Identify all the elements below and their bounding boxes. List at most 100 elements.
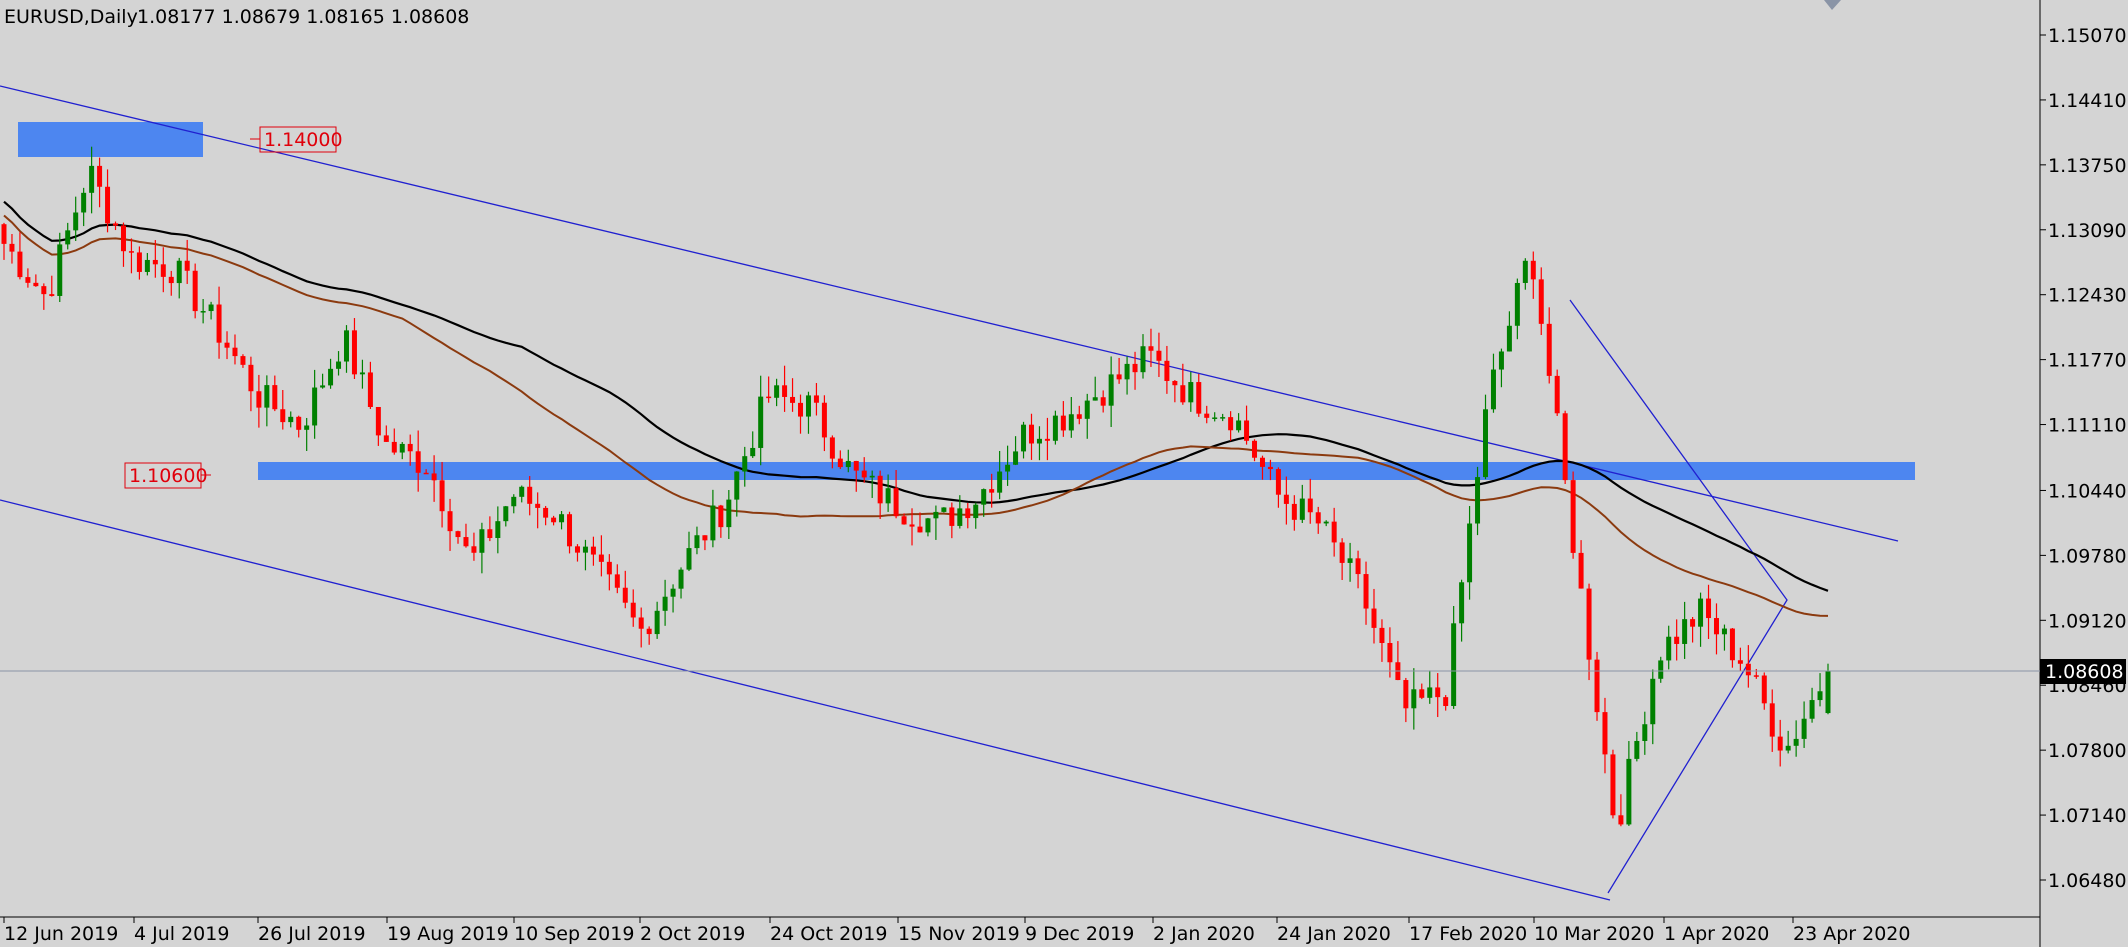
candle-body	[455, 531, 461, 538]
candle-body	[1028, 424, 1034, 444]
candle-body	[845, 460, 851, 468]
candle-body	[351, 330, 357, 375]
candle-body	[1283, 494, 1289, 504]
candle-body	[487, 529, 493, 539]
candle-body	[1546, 323, 1552, 376]
candle-body	[1610, 754, 1616, 816]
candle-body	[734, 471, 740, 500]
candle-body	[1586, 588, 1592, 660]
candle-body	[821, 402, 827, 438]
candle-body	[893, 488, 899, 517]
candle-body	[1578, 552, 1584, 589]
candle-body	[105, 186, 111, 224]
candle-body	[1124, 363, 1130, 380]
candle-body	[662, 596, 668, 611]
candle-body	[399, 443, 405, 453]
candle-body	[216, 304, 222, 343]
candle-body	[1554, 375, 1560, 414]
candle-body	[909, 524, 915, 527]
candle-body	[1220, 417, 1226, 419]
candle-body	[407, 443, 413, 452]
candle-body	[1212, 417, 1218, 419]
candle-body	[750, 447, 756, 457]
candle-body	[272, 385, 278, 410]
candle-body	[1180, 385, 1186, 403]
candle-body	[415, 451, 421, 473]
candle-body	[1737, 660, 1743, 664]
candle-body	[1188, 382, 1194, 403]
candle-body	[1371, 608, 1377, 628]
candle-body	[1650, 678, 1656, 725]
time-tick-label: 19 Aug 2019	[387, 923, 509, 945]
candle-body	[1347, 558, 1353, 563]
candle-body	[1467, 523, 1473, 583]
candle-body	[447, 511, 453, 532]
price-tick-label: 1.11770	[2048, 350, 2127, 372]
candle-body	[901, 516, 907, 525]
candle-body	[192, 270, 198, 312]
candle-body	[997, 471, 1003, 493]
candle-body	[1259, 457, 1265, 467]
candle-body	[224, 342, 230, 348]
candle-body	[543, 507, 549, 518]
candle-body	[264, 385, 270, 408]
candle-body	[503, 506, 509, 522]
level-label-1-14-text: 1.14000	[264, 129, 343, 151]
time-tick-label: 2 Jan 2020	[1153, 923, 1255, 945]
candle-body	[678, 569, 684, 589]
candle-body	[113, 223, 119, 226]
candle-body	[304, 425, 310, 430]
candle-body	[790, 396, 796, 403]
time-tick-label: 10 Sep 2019	[514, 923, 634, 945]
candle-body	[1483, 409, 1489, 478]
candle-body	[431, 473, 437, 481]
candle-body	[1116, 374, 1122, 380]
candle-body	[1498, 351, 1504, 370]
level-label-1-14[interactable]: 1.14000	[250, 126, 343, 153]
candle-body	[1817, 691, 1823, 701]
candle-body	[1291, 503, 1297, 520]
price-tick-label: 1.13090	[2048, 220, 2127, 242]
time-tick-label: 1 Apr 2020	[1664, 923, 1769, 945]
candle-body	[1228, 417, 1234, 431]
candle-body	[17, 251, 23, 278]
price-chart[interactable]: 1.15070 1.14410 1.13750 1.13090 1.12430 1.117…	[0, 0, 2128, 947]
candle-body	[391, 441, 397, 453]
candle-body	[383, 435, 389, 442]
price-tick-label: 1.06480	[2048, 870, 2127, 892]
candle-body	[1379, 627, 1385, 643]
candle-body	[81, 192, 87, 213]
candle-body	[184, 260, 190, 271]
candle-body	[718, 505, 724, 528]
candle-body	[590, 546, 596, 555]
candle-body	[136, 252, 142, 272]
candle-body	[1674, 636, 1680, 644]
candle-body	[1100, 397, 1106, 406]
candle-body	[57, 244, 63, 296]
candle-body	[1721, 628, 1727, 635]
chart-ohlc-values: 1.08177 1.08679 1.08165 1.08608	[137, 6, 469, 28]
candle-body	[1451, 623, 1457, 707]
candle-body	[1594, 659, 1600, 713]
candle-body	[41, 286, 47, 295]
time-tick-label: 15 Nov 2019	[898, 923, 1020, 945]
candle-body	[375, 406, 381, 436]
time-tick-label: 17 Feb 2020	[1409, 923, 1527, 945]
candle-body	[1634, 740, 1640, 759]
candle-body	[1443, 697, 1449, 707]
current-price-text: 1.08608	[2045, 661, 2124, 683]
resistance-zone-1-14[interactable]	[18, 122, 203, 157]
candle-body	[1618, 815, 1624, 825]
level-label-1-106[interactable]: 1.10600	[124, 462, 211, 489]
candle-body	[359, 372, 365, 375]
support-zone-1-106[interactable]	[258, 462, 1915, 480]
candle-body	[1172, 380, 1178, 386]
candle-body	[941, 507, 947, 512]
candle-body	[949, 507, 955, 526]
candle-body	[423, 472, 429, 475]
candle-body	[479, 529, 485, 553]
candle-body	[1092, 397, 1098, 401]
candle-body	[320, 385, 326, 388]
candle-body	[1036, 438, 1042, 444]
candle-body	[439, 480, 445, 512]
